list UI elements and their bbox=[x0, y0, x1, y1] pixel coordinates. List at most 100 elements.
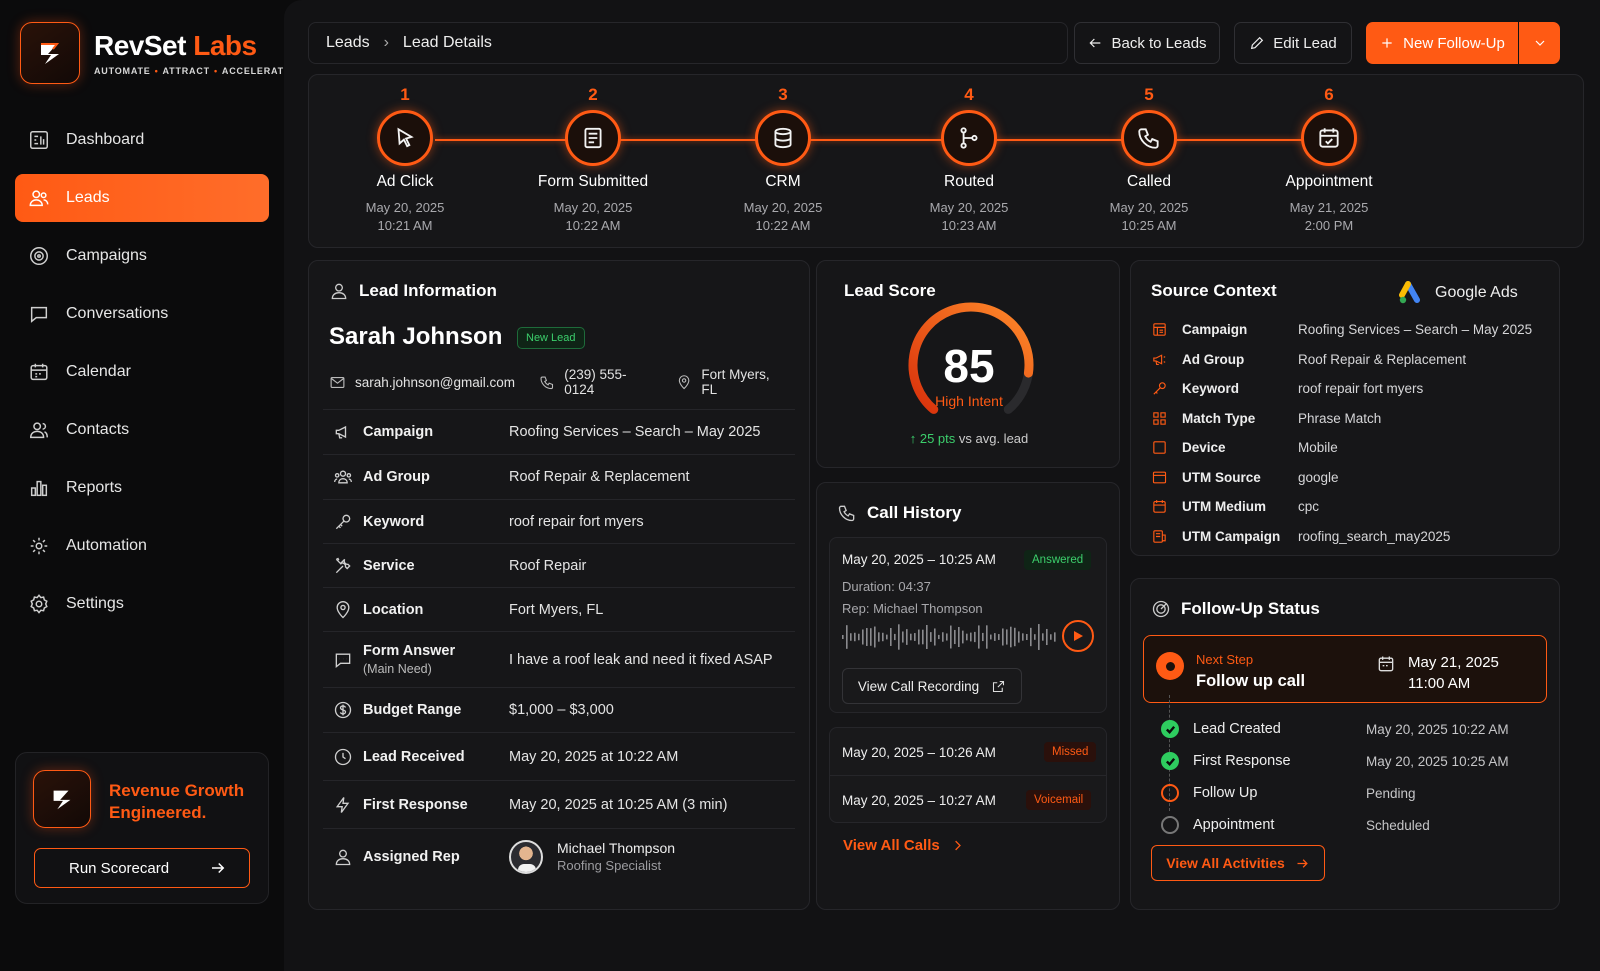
sidebar-item-contacts[interactable]: Contacts bbox=[15, 406, 269, 454]
waveform-bar bbox=[902, 631, 904, 643]
check-icon bbox=[1161, 752, 1179, 770]
pin-icon bbox=[336, 600, 350, 618]
waveform-bar bbox=[1050, 634, 1052, 640]
waveform-bar bbox=[1018, 631, 1020, 643]
waveform-bar bbox=[962, 630, 964, 644]
waveform-bar bbox=[890, 628, 892, 646]
panel-header: Lead Information bbox=[329, 281, 497, 301]
breadcrumb-leads[interactable]: Leads bbox=[326, 34, 370, 52]
grid-icon bbox=[1153, 412, 1166, 425]
call-status-badge: Voicemail bbox=[1026, 790, 1092, 810]
timeline-step-form-submitted: 2 Form Submitted May 20, 2025 10:22 AM bbox=[513, 85, 673, 235]
play-icon bbox=[1074, 631, 1083, 641]
google-ads-icon bbox=[1399, 281, 1420, 304]
person-icon bbox=[335, 849, 351, 865]
detail-row-ad-group: Ad Group Roof Repair & Replacement bbox=[323, 454, 795, 499]
pencil-icon bbox=[1251, 36, 1264, 50]
scheduled-icon bbox=[1161, 816, 1179, 834]
call-row[interactable]: May 20, 2025 – 10:27 AM Voicemail bbox=[830, 776, 1106, 824]
waveform-bar bbox=[866, 628, 868, 646]
waveform-bar bbox=[1006, 629, 1008, 645]
gear-icon bbox=[30, 594, 48, 614]
timeline-step-crm: 3 CRM May 20, 2025 10:22 AM bbox=[703, 85, 863, 235]
activity-item: Appointment Scheduled bbox=[1161, 809, 1551, 841]
sidebar-item-reports[interactable]: Reports bbox=[15, 464, 269, 512]
source-row-ad-group: Ad Group Roof Repair & Replacement bbox=[1151, 345, 1532, 375]
lead-phone[interactable]: (239) 555-0124 bbox=[539, 367, 652, 397]
view-call-recording-button[interactable]: View Call Recording bbox=[842, 668, 1022, 704]
rep-role: Roofing Specialist bbox=[557, 858, 662, 873]
sidebar-item-label: Conversations bbox=[66, 305, 169, 322]
waveform-bar bbox=[906, 629, 908, 645]
lead-email[interactable]: sarah.johnson@gmail.com bbox=[329, 374, 515, 391]
sidebar-item-automation[interactable]: Automation bbox=[15, 522, 269, 570]
call-card-answered[interactable]: May 20, 2025 – 10:25 AM Answered Duratio… bbox=[829, 537, 1107, 713]
sidebar-item-label: Contacts bbox=[66, 421, 130, 438]
target-icon bbox=[1152, 600, 1170, 618]
sidebar-item-leads[interactable]: Leads bbox=[15, 174, 269, 222]
source-row-device: Device Mobile bbox=[1151, 433, 1532, 463]
calendar-icon bbox=[1378, 656, 1394, 672]
source-row-campaign: Campaign Roofing Services – Search – May … bbox=[1151, 315, 1532, 345]
google-ads-label: Google Ads bbox=[1399, 281, 1518, 305]
waveform-bar bbox=[954, 629, 956, 645]
sidebar-item-campaigns[interactable]: Campaigns bbox=[15, 232, 269, 280]
waveform-bar bbox=[966, 633, 968, 641]
call-row[interactable]: May 20, 2025 – 10:26 AM Missed bbox=[830, 728, 1106, 776]
call-history-panel: Call History May 20, 2025 – 10:25 AM Ans… bbox=[816, 482, 1120, 910]
activity-item: Lead Created May 20, 2025 10:22 AM bbox=[1161, 713, 1551, 745]
panel-header: Source Context bbox=[1151, 281, 1277, 300]
calendar-check-icon bbox=[1319, 128, 1339, 148]
source-row-utm-campaign: UTM Campaign roofing_search_may2025 bbox=[1151, 522, 1532, 552]
source-row-match-type: Match Type Phrase Match bbox=[1151, 404, 1532, 434]
sidebar-item-settings[interactable]: Settings bbox=[15, 580, 269, 628]
new-follow-up-button[interactable]: New Follow-Up bbox=[1366, 22, 1518, 64]
sidebar-item-calendar[interactable]: Calendar bbox=[15, 348, 269, 396]
sidebar-item-label: Leads bbox=[66, 189, 110, 206]
activity-item: First Response May 20, 2025 10:25 AM bbox=[1161, 745, 1551, 777]
key-icon bbox=[335, 514, 351, 529]
next-step-card[interactable]: Next Step Follow up call May 21, 2025 11:… bbox=[1143, 635, 1547, 703]
key-icon bbox=[1153, 382, 1166, 395]
step-title: CRM bbox=[765, 173, 801, 190]
tools-icon bbox=[335, 557, 351, 573]
phone-icon bbox=[838, 505, 855, 522]
step-time: 2:00 PM bbox=[1304, 218, 1354, 233]
waveform-bar bbox=[1010, 626, 1012, 648]
detail-row-location: Location Fort Myers, FL bbox=[323, 587, 795, 631]
step-time: 10:22 AM bbox=[565, 218, 621, 233]
view-all-calls-link[interactable]: View All Calls bbox=[843, 837, 965, 854]
waveform-bar bbox=[1014, 627, 1016, 647]
users-icon bbox=[29, 190, 49, 207]
source-rows: Campaign Roofing Services – Search – May … bbox=[1151, 315, 1532, 551]
step-time: 10:23 AM bbox=[941, 218, 997, 233]
next-step-indicator-icon bbox=[1156, 652, 1184, 680]
sidebar-item-conversations[interactable]: Conversations bbox=[15, 290, 269, 338]
brand[interactable]: RevSet Labs AUTOMATE • ATTRACT • ACCELERATE bbox=[20, 22, 291, 84]
waveform-bar bbox=[942, 632, 944, 642]
run-scorecard-button[interactable]: Run Scorecard bbox=[34, 848, 250, 888]
waveform-bar bbox=[1030, 627, 1032, 647]
view-all-activities-button[interactable]: View All Activities bbox=[1151, 845, 1325, 881]
bolt-icon bbox=[335, 796, 350, 813]
form-icon bbox=[584, 127, 602, 149]
step-title: Appointment bbox=[1285, 173, 1373, 190]
step-number: 2 bbox=[588, 85, 598, 104]
step-number: 6 bbox=[1324, 85, 1334, 104]
back-to-leads-button[interactable]: Back to Leads bbox=[1074, 22, 1220, 64]
waveform-bar bbox=[990, 634, 992, 640]
detail-row-service: Service Roof Repair bbox=[323, 543, 795, 587]
sidebar-item-dashboard[interactable]: Dashboard bbox=[15, 116, 269, 164]
waveform-bar bbox=[1022, 633, 1024, 641]
new-follow-up-dropdown[interactable] bbox=[1519, 22, 1560, 64]
contacts-icon bbox=[30, 422, 48, 439]
step-title: Called bbox=[1127, 173, 1171, 190]
megaphone-icon bbox=[1153, 354, 1166, 365]
lead-details-table: Campaign Roofing Services – Search – May … bbox=[323, 409, 795, 884]
waveform-bar bbox=[882, 632, 884, 642]
lead-score-panel: Lead Score 85 High Intent ↑ 25 pts vs av… bbox=[816, 260, 1120, 468]
play-button[interactable] bbox=[1062, 620, 1094, 652]
waveform-bar bbox=[922, 629, 924, 645]
edit-lead-button[interactable]: Edit Lead bbox=[1234, 22, 1352, 64]
assigned-rep[interactable]: Michael Thompson Roofing Specialist bbox=[509, 839, 675, 874]
